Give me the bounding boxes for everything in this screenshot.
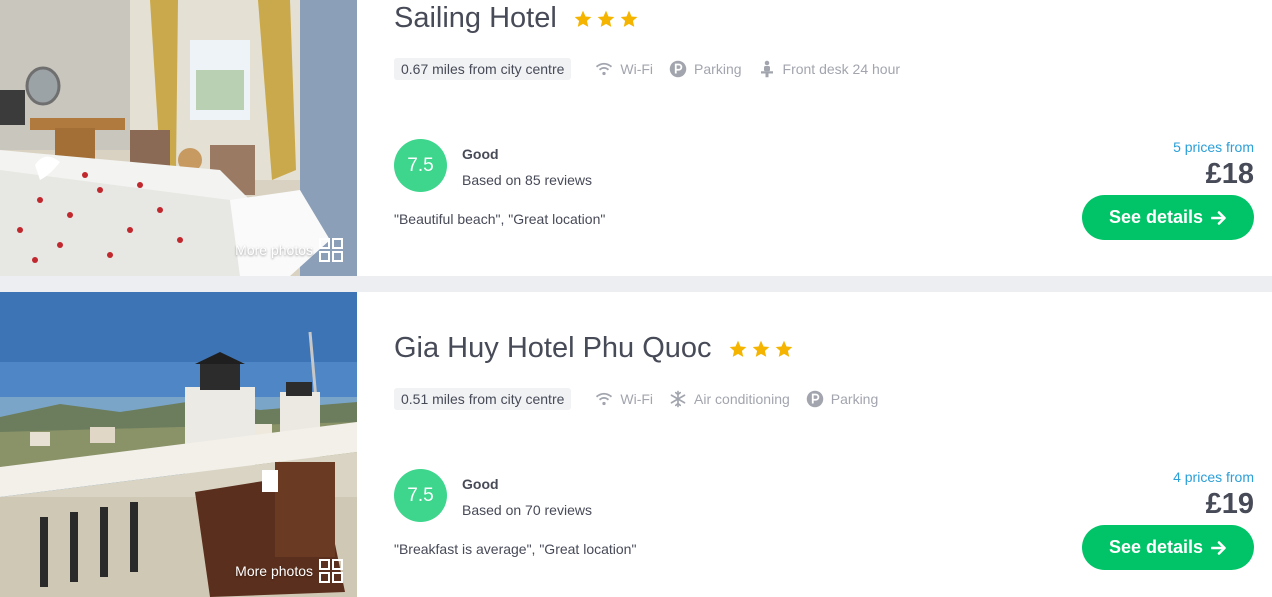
arrow-right-icon — [1211, 540, 1226, 555]
hotel-name-link[interactable]: Gia Huy Hotel Phu Quoc — [394, 332, 794, 365]
hotel-card-gia-huy: More photos Gia Huy Hotel Phu Quoc 0.51 … — [0, 292, 1272, 597]
star-icon — [775, 340, 792, 357]
amenity-wifi: Wi-Fi — [595, 60, 653, 78]
arrow-right-icon — [1211, 210, 1226, 225]
more-photos-button[interactable]: More photos — [235, 238, 343, 262]
see-details-label: See details — [1108, 537, 1204, 557]
amenity-label: Front desk 24 hour — [782, 61, 901, 77]
star-icon — [574, 10, 592, 27]
bedroom-photo — [0, 0, 357, 276]
star-rating — [728, 339, 794, 359]
hotel-card-sailing: More photos Sailing Hotel 0.67 miles fro… — [0, 0, 1272, 276]
review-quotes: "Beautiful beach", "Great location" — [394, 211, 606, 227]
balcony-photo — [0, 292, 357, 597]
amenity-label: Wi-Fi — [620, 61, 654, 77]
amenity-label: Wi-Fi — [620, 391, 654, 407]
hotel-name: Sailing Hotel — [394, 2, 557, 34]
star-rating — [573, 9, 639, 29]
hotel-photo-bedroom[interactable]: More photos — [0, 0, 357, 276]
hotel-info-chips: 0.67 miles from city centre Wi-Fi Parkin… — [394, 58, 916, 80]
snowflake-icon — [670, 390, 686, 408]
price: £19 — [1205, 488, 1254, 520]
wifi-icon — [596, 392, 613, 406]
grid-icon — [319, 238, 343, 262]
amenity-label: Air conditioning — [694, 391, 790, 407]
prices-from-link[interactable]: 5 prices from — [1173, 139, 1254, 155]
grid-icon — [319, 559, 343, 583]
rating-word: Good — [462, 476, 499, 492]
distance-badge: 0.51 miles from city centre — [394, 388, 572, 410]
rating-word: Good — [462, 146, 499, 162]
see-details-button[interactable]: See details — [1082, 195, 1254, 240]
review-quotes: "Breakfast is average", "Great location" — [394, 541, 637, 557]
hotel-name-link[interactable]: Sailing Hotel — [394, 2, 639, 35]
distance-badge: 0.67 miles from city centre — [394, 58, 572, 80]
more-photos-button[interactable]: More photos — [235, 559, 343, 583]
more-photos-label: More photos — [235, 242, 313, 258]
hotel-name: Gia Huy Hotel Phu Quoc — [394, 332, 712, 364]
amenity-label: Parking — [694, 61, 742, 77]
star-icon — [752, 340, 769, 357]
prices-from-link[interactable]: 4 prices from — [1173, 469, 1254, 485]
rating-score-badge: 7.5 — [394, 139, 447, 192]
amenity-air-conditioning: Air conditioning — [669, 390, 790, 408]
more-photos-label: More photos — [235, 563, 313, 579]
hotel-info-chips: 0.51 miles from city centre Wi-Fi Air co… — [394, 388, 894, 410]
price: £18 — [1205, 158, 1254, 190]
rating-score-badge: 7.5 — [394, 469, 447, 522]
star-icon — [597, 10, 615, 27]
amenity-label: Parking — [830, 391, 879, 407]
amenity-parking: Parking — [669, 60, 742, 78]
amenity-front-desk: Front desk 24 hour — [758, 60, 901, 78]
parking-icon — [669, 60, 687, 78]
amenity-parking: Parking — [806, 390, 878, 408]
wifi-icon — [596, 62, 613, 76]
hotel-photo-balcony[interactable]: More photos — [0, 292, 357, 597]
front-desk-icon — [760, 60, 773, 78]
amenity-wifi: Wi-Fi — [595, 390, 653, 408]
star-icon — [729, 340, 746, 357]
see-details-button[interactable]: See details — [1082, 525, 1254, 570]
star-icon — [620, 10, 638, 27]
see-details-label: See details — [1108, 207, 1204, 227]
parking-icon — [806, 390, 824, 408]
review-count: Based on 85 reviews — [462, 172, 592, 188]
review-count: Based on 70 reviews — [462, 502, 592, 518]
